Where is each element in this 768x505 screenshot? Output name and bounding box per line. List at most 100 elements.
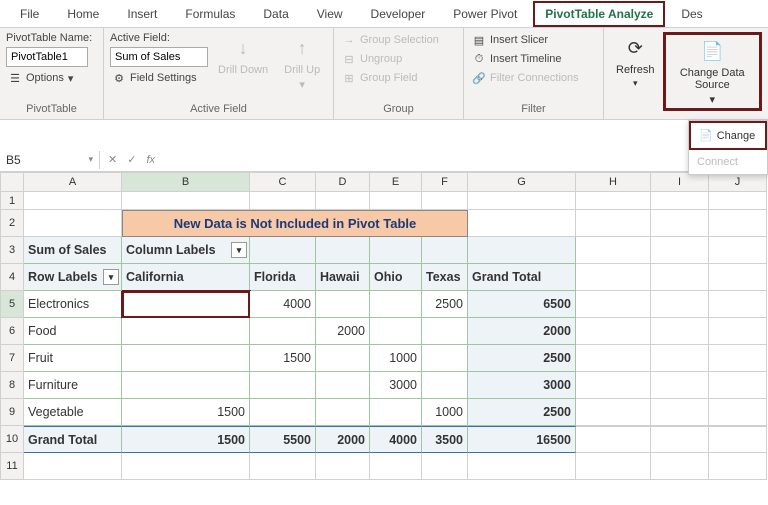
pivot-state[interactable]: Ohio — [370, 264, 422, 291]
cell[interactable] — [316, 192, 370, 210]
active-field-input[interactable] — [110, 47, 208, 67]
cell[interactable] — [651, 264, 709, 291]
pivottable-name-input[interactable] — [6, 47, 88, 67]
pivot-value[interactable] — [316, 345, 370, 372]
pivot-value[interactable] — [370, 318, 422, 345]
menu-developer[interactable]: Developer — [359, 1, 438, 27]
pivot-state[interactable]: Texas — [422, 264, 468, 291]
cell[interactable] — [576, 192, 651, 210]
menu-data[interactable]: Data — [251, 1, 300, 27]
cell[interactable] — [24, 210, 122, 237]
pivot-value[interactable] — [422, 372, 468, 399]
cell[interactable] — [468, 210, 576, 237]
pivot-value[interactable]: 2500 — [422, 291, 468, 318]
menu-pivottable-analyze[interactable]: PivotTable Analyze — [533, 1, 665, 27]
cell[interactable] — [468, 192, 576, 210]
pivot-value[interactable]: 1500 — [122, 399, 250, 426]
cell[interactable] — [651, 192, 709, 210]
pivot-row-label[interactable]: Food — [24, 318, 122, 345]
pivot-state[interactable]: Hawaii — [316, 264, 370, 291]
cell[interactable] — [576, 291, 651, 318]
cell[interactable] — [250, 192, 316, 210]
cell[interactable] — [651, 291, 709, 318]
pivot-value[interactable]: 2000 — [316, 318, 370, 345]
pivot-value[interactable] — [422, 345, 468, 372]
cell[interactable] — [651, 453, 709, 480]
pivot-value[interactable] — [316, 399, 370, 426]
pivot-value[interactable] — [122, 291, 250, 318]
pivot-value[interactable] — [422, 318, 468, 345]
row-header-3[interactable]: 3 — [0, 237, 24, 264]
insert-slicer-button[interactable]: ▤Insert Slicer — [470, 32, 597, 48]
pivot-value[interactable] — [370, 399, 422, 426]
refresh-button[interactable]: ⟳Refresh▾ — [610, 32, 661, 91]
pivot-row-label[interactable]: Vegetable — [24, 399, 122, 426]
cell[interactable] — [422, 192, 468, 210]
change-data-source-button[interactable]: 📄Change Data Source ▾ — [663, 32, 762, 111]
insert-timeline-button[interactable]: ⏱Insert Timeline — [470, 51, 597, 67]
menu-view[interactable]: View — [305, 1, 355, 27]
options-button[interactable]: ☰Options ▾ — [6, 70, 97, 86]
col-header-f[interactable]: F — [422, 172, 468, 192]
pivot-row-total[interactable]: 2500 — [468, 399, 576, 426]
pivot-value[interactable] — [122, 372, 250, 399]
pivot-row-label[interactable]: Fruit — [24, 345, 122, 372]
pivot-column-labels[interactable]: Column Labels — [122, 237, 250, 264]
pivot-total[interactable]: 1500 — [122, 426, 250, 453]
cell[interactable] — [24, 453, 122, 480]
row-header-11[interactable]: 11 — [0, 453, 24, 480]
col-header-h[interactable]: H — [576, 172, 651, 192]
col-header-e[interactable]: E — [370, 172, 422, 192]
cell[interactable] — [576, 318, 651, 345]
pivot-value[interactable] — [250, 372, 316, 399]
col-header-g[interactable]: G — [468, 172, 576, 192]
cell[interactable] — [709, 345, 767, 372]
pivot-total[interactable]: 4000 — [370, 426, 422, 453]
pivot-value[interactable] — [250, 318, 316, 345]
fx-icon[interactable]: fx — [146, 154, 155, 166]
cell[interactable] — [709, 237, 767, 264]
col-header-d[interactable]: D — [316, 172, 370, 192]
pivot-total[interactable]: 5500 — [250, 426, 316, 453]
cell[interactable] — [370, 192, 422, 210]
cell[interactable] — [576, 372, 651, 399]
col-header-i[interactable]: I — [651, 172, 709, 192]
pivot-value[interactable] — [316, 372, 370, 399]
menu-design[interactable]: Des — [669, 1, 714, 27]
cell[interactable] — [651, 372, 709, 399]
pivot-state[interactable]: Florida — [250, 264, 316, 291]
menu-file[interactable]: File — [8, 1, 51, 27]
pivot-value[interactable] — [316, 291, 370, 318]
pivot-value[interactable] — [122, 318, 250, 345]
pivot-row-total[interactable]: 3000 — [468, 372, 576, 399]
menu-home[interactable]: Home — [55, 1, 111, 27]
cell[interactable] — [468, 237, 576, 264]
cell[interactable] — [651, 426, 709, 453]
cell[interactable] — [651, 210, 709, 237]
pivot-state[interactable]: California — [122, 264, 250, 291]
menu-formulas[interactable]: Formulas — [173, 1, 247, 27]
pivot-value[interactable] — [122, 345, 250, 372]
cell[interactable] — [122, 192, 250, 210]
cell[interactable] — [651, 345, 709, 372]
cell[interactable] — [709, 426, 767, 453]
cell[interactable] — [709, 399, 767, 426]
cell[interactable] — [576, 345, 651, 372]
pivot-value[interactable] — [250, 399, 316, 426]
pivot-value[interactable]: 1500 — [250, 345, 316, 372]
pivot-total[interactable]: 2000 — [316, 426, 370, 453]
row-header-4[interactable]: 4 — [0, 264, 24, 291]
cell[interactable] — [576, 264, 651, 291]
cell[interactable] — [370, 237, 422, 264]
menu-insert[interactable]: Insert — [115, 1, 169, 27]
title-banner[interactable]: New Data is Not Included in Pivot Table — [122, 210, 468, 237]
pivot-row-label[interactable]: Furniture — [24, 372, 122, 399]
cell[interactable] — [316, 237, 370, 264]
cell[interactable] — [709, 372, 767, 399]
row-header-1[interactable]: 1 — [0, 192, 24, 210]
cell[interactable] — [250, 237, 316, 264]
col-header-a[interactable]: A — [24, 172, 122, 192]
cell[interactable] — [651, 399, 709, 426]
cell[interactable] — [576, 210, 651, 237]
pivot-grand-total-header[interactable]: Grand Total — [468, 264, 576, 291]
